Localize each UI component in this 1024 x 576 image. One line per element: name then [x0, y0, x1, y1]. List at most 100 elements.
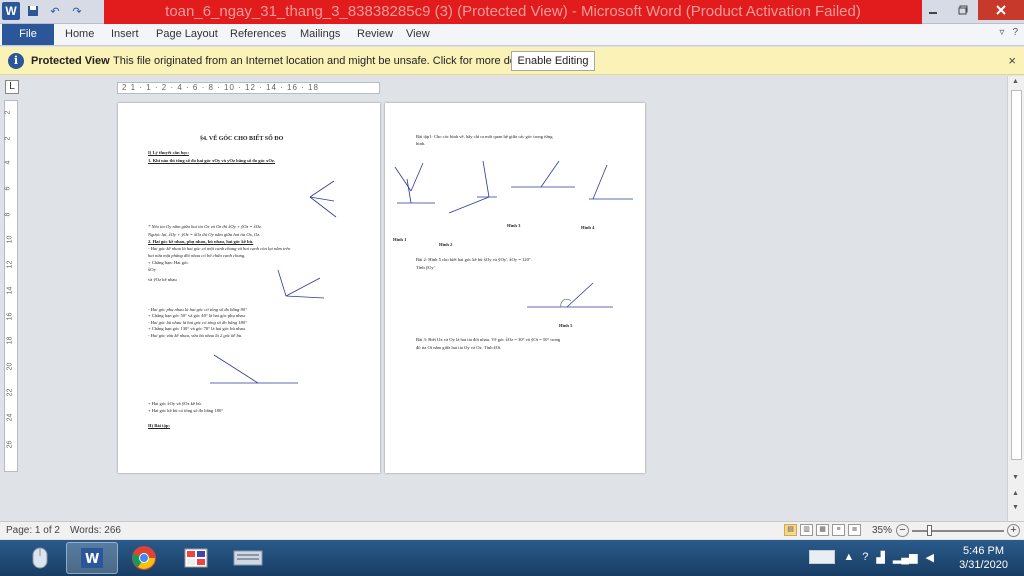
tab-insert[interactable]: Insert — [102, 24, 148, 45]
window-title: toan_6_ngay_31_thang_3_83838285c9 (3) (P… — [165, 3, 861, 20]
word-count[interactable]: Words: 266 — [70, 525, 121, 536]
vruler-mark: 8 — [4, 212, 12, 217]
show-hidden-icons[interactable]: ▲ — [843, 551, 854, 563]
complementary-example: + Chẳng hạn góc 50° và góc 40° là hai gó… — [148, 313, 245, 318]
zoom-in-icon[interactable]: + — [1007, 524, 1020, 537]
tab-page-layout[interactable]: Page Layout — [147, 24, 227, 45]
volume-icon[interactable]: ◀ — [926, 551, 934, 564]
exercise-1-line-2: hình. — [416, 141, 426, 146]
vruler-mark: 26 — [6, 440, 14, 449]
document-page-1[interactable]: §4. VẼ GÓC CHO BIẾT SỐ ĐO I) Lý thuyết c… — [118, 103, 380, 473]
vruler-mark: 10 — [6, 235, 14, 244]
ruler-marks: 2 1 · 1 · 2 · 4 · 6 · 8 · 10 · 12 · 14 ·… — [122, 83, 319, 92]
full-screen-reading-icon[interactable]: ▥ — [800, 524, 813, 536]
supplementary-example: + Chẳng hạn góc 130° và góc 70° là hai g… — [148, 326, 246, 331]
supplementary-def: - Hai góc bù nhau là hai góc có tổng số … — [148, 320, 247, 325]
example-adjacent: + Chẳng hạn: Hai góc — [148, 260, 189, 265]
figure-label-4: Hình 4 — [581, 225, 595, 230]
mouse-app-icon[interactable] — [14, 542, 66, 574]
protected-view-message[interactable]: This file originated from an Internet lo… — [113, 55, 539, 67]
vruler-mark: 12 — [6, 260, 14, 269]
document-page-2[interactable]: Bài tập1: Cho các hình vẽ, hãy chỉ ra mố… — [385, 103, 645, 473]
word-taskbar-icon[interactable]: W — [66, 542, 118, 574]
print-layout-icon[interactable]: ▤ — [784, 524, 797, 536]
example-angle-xoy: x̂Oy — [148, 267, 156, 272]
web-layout-icon[interactable]: ▦ — [816, 524, 829, 536]
close-window-icon[interactable] — [978, 0, 1024, 20]
def-adjacent-1: - Hai góc kề nhau là hai góc có một cạnh… — [148, 246, 291, 251]
word-app-icon[interactable]: W — [2, 2, 20, 20]
protected-view-title: Protected View — [31, 55, 110, 67]
ribbon-collapse-icon[interactable]: ▿ — [999, 27, 1004, 38]
next-page-icon[interactable]: ▼ — [1012, 504, 1019, 511]
close-bar-icon[interactable]: × — [1008, 53, 1016, 68]
exercise-3-line-1: Bài 3: Biết Ox và Oy là hai tia đối nhau… — [416, 337, 561, 342]
linear-pair-sum: + Hai góc kề bù có tổng số đo bằng 180° — [148, 408, 224, 413]
zoom-out-icon[interactable]: − — [896, 524, 909, 537]
keyboard-app-icon[interactable] — [222, 542, 274, 574]
scroll-thumb[interactable] — [1011, 90, 1022, 460]
vruler-mark: 14 — [6, 286, 14, 295]
figure-label-3: Hình 3 — [507, 223, 521, 228]
taskbar: W ▲ ? ▟ ▂▄▆ ◀ 5:46 PM 3/31/2020 — [0, 540, 1024, 576]
vruler-mark: 2 — [4, 110, 12, 115]
enable-editing-button[interactable]: Enable Editing — [511, 51, 595, 71]
unikey-icon[interactable] — [170, 542, 222, 574]
zoom-slider[interactable] — [912, 530, 1004, 532]
vruler-mark: 22 — [6, 388, 14, 397]
exercise-3-line-2: đó tia Ot nằm giữa hai tia Oy và Oz. Tín… — [416, 345, 502, 350]
help-tray-icon[interactable]: ? — [862, 551, 868, 563]
linear-pair-example: + Hai góc x̂Oy và ŷOz kề bù. — [148, 401, 202, 406]
clock[interactable]: 5:46 PM 3/31/2020 — [959, 544, 1008, 572]
network-icon[interactable]: ▟ — [876, 551, 884, 564]
theory-item-2: 2. Hai góc kề nhau, phụ nhau, bù nhau, h… — [148, 239, 254, 244]
page-count[interactable]: Page: 1 of 2 — [6, 525, 60, 536]
view-buttons: ▤ ▥ ▦ ≡ ≣ — [784, 524, 861, 536]
chrome-icon[interactable] — [118, 542, 170, 574]
draft-icon[interactable]: ≣ — [848, 524, 861, 536]
zoom-slider-thumb[interactable] — [927, 525, 932, 536]
exercise-2-line-1: Bài 2: Hình 5 cho biết hai góc kề bù x̂O… — [416, 257, 532, 262]
vertical-ruler[interactable]: 2 2 4 6 8 10 12 14 16 18 20 22 24 26 — [4, 100, 18, 472]
clock-date: 3/31/2020 — [959, 559, 1008, 571]
tab-home[interactable]: Home — [56, 24, 103, 45]
linear-pair-def: - Hai góc vừa kề nhau, vừa bù nhau là 2 … — [148, 333, 243, 338]
scroll-up-icon[interactable]: ▲ — [1012, 78, 1019, 85]
redo-icon[interactable]: ↷ — [68, 2, 86, 20]
tab-review[interactable]: Review — [348, 24, 402, 45]
horizontal-ruler[interactable]: 2 1 · 1 · 2 · 4 · 6 · 8 · 10 · 12 · 14 ·… — [117, 82, 380, 94]
def-adjacent-2: hai nửa mặt phẳng đối nhau có bờ chứa cạ… — [148, 253, 246, 258]
protected-view-bar: i Protected View This file originated fr… — [0, 47, 1024, 75]
outline-icon[interactable]: ≡ — [832, 524, 845, 536]
section-theory: I) Lý thuyết cần học: — [148, 150, 190, 155]
tab-view[interactable]: View — [397, 24, 439, 45]
ribbon-right-controls: ▿ ? — [999, 27, 1018, 38]
save-icon[interactable] — [24, 2, 42, 20]
quick-access-toolbar: W ↶ ↷ — [2, 2, 86, 20]
undo-icon[interactable]: ↶ — [46, 2, 64, 20]
vruler-mark: 2 — [4, 136, 12, 141]
tab-file[interactable]: File — [2, 24, 54, 45]
tab-references[interactable]: References — [221, 24, 295, 45]
section-exercises: II) Bài tập: — [148, 423, 170, 428]
vruler-mark: 24 — [6, 413, 14, 422]
restore-icon[interactable] — [948, 0, 978, 20]
zoom-level[interactable]: 35% — [872, 525, 892, 536]
info-icon: i — [8, 53, 24, 69]
minimize-icon[interactable] — [918, 0, 948, 20]
window-controls — [918, 0, 1024, 20]
keyboard-tray-icon[interactable] — [809, 550, 836, 564]
help-icon[interactable]: ? — [1012, 27, 1018, 38]
ribbon-tabs: File Home Insert Page Layout References … — [0, 24, 1024, 46]
vruler-mark: 4 — [4, 160, 12, 165]
vertical-scrollbar[interactable]: ▲ ▼ ▲ ▼ — [1007, 76, 1024, 521]
previous-page-icon[interactable]: ▲ — [1012, 490, 1019, 497]
signal-icon[interactable]: ▂▄▆ — [893, 551, 918, 564]
tab-mailings[interactable]: Mailings — [291, 24, 349, 45]
tab-selector[interactable]: L — [5, 80, 19, 94]
exercise-2-line-2: Tính ŷOy' — [416, 265, 435, 270]
exercise-1-line-1: Bài tập1: Cho các hình vẽ, hãy chỉ ra mố… — [416, 134, 553, 139]
example-angle-yoz: và ŷOz kề nhau — [148, 277, 177, 282]
adjacent-angle-figure — [277, 269, 325, 299]
scroll-down-icon[interactable]: ▼ — [1012, 474, 1019, 481]
